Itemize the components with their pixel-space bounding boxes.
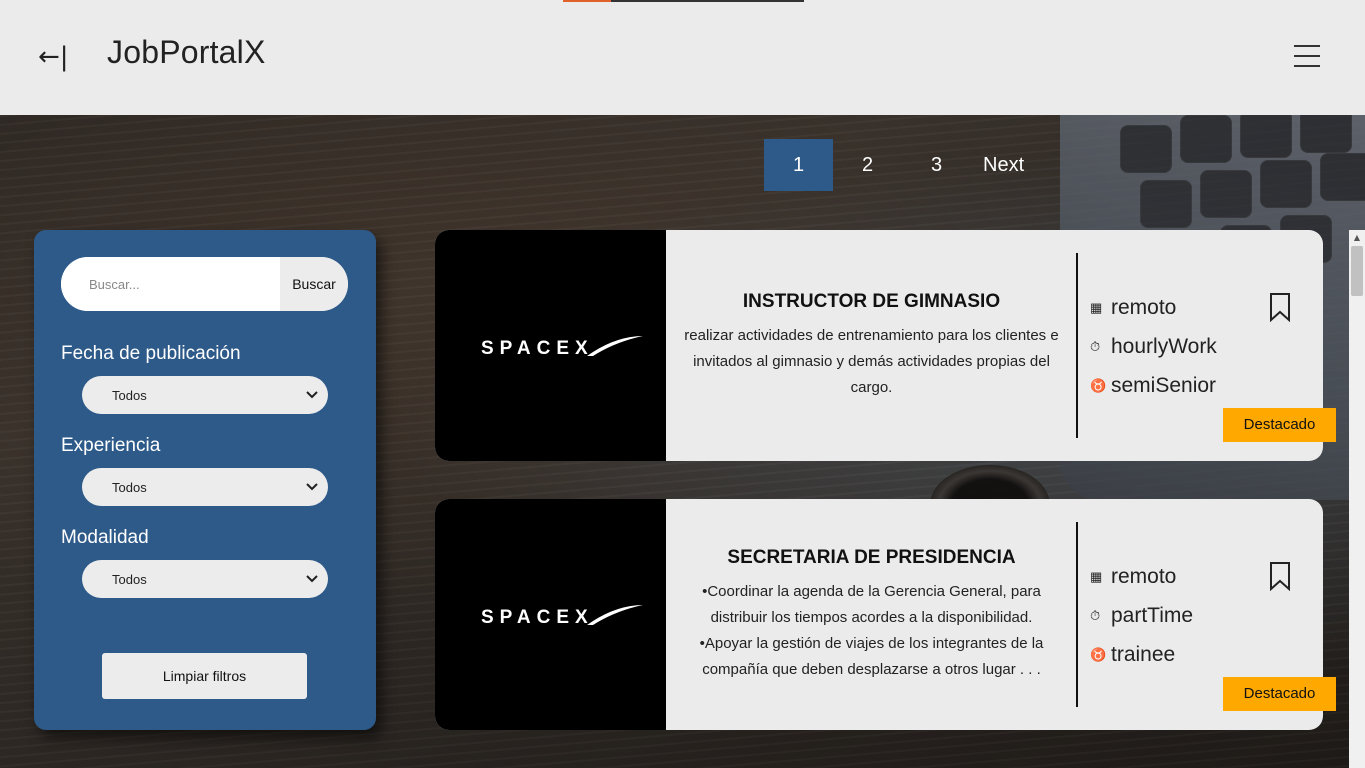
company-logo-text: SPACEX: [481, 607, 594, 628]
progress-track: [611, 0, 804, 2]
modality-tag: ▦ remoto: [1090, 288, 1217, 327]
search-button[interactable]: Buscar: [280, 257, 348, 311]
filter-panel: Buscar Fecha de publicación Todos Experi…: [34, 230, 376, 730]
level-value: trainee: [1111, 642, 1176, 666]
next-page-button[interactable]: Next: [971, 139, 1024, 191]
modalidad-select-value: Todos: [112, 571, 147, 587]
company-logo: SPACEX: [435, 499, 666, 730]
schedule-value: hourlyWork: [1111, 334, 1217, 358]
schedule-tag: ⏱ hourlyWork: [1090, 327, 1217, 366]
job-card[interactable]: SPACEX INSTRUCTOR DE GIMNASIO realizar a…: [435, 230, 1336, 461]
schedule-value: partTime: [1111, 603, 1194, 627]
clear-filters-button[interactable]: Limpiar filtros: [102, 653, 307, 699]
building-icon: ▦: [1090, 568, 1103, 584]
schedule-tag: ⏱ partTime: [1090, 596, 1193, 635]
page-3-button[interactable]: 3: [902, 139, 971, 191]
job-tags: ▦ remoto ⏱ hourlyWork ♉ semiSenior: [1090, 288, 1217, 405]
search-bar: Buscar: [61, 257, 348, 311]
bookmark-icon[interactable]: [1268, 561, 1292, 591]
chevron-down-icon: [306, 575, 318, 583]
filter-label-modalidad: Modalidad: [61, 527, 149, 548]
brand-title: JobPortalX: [107, 34, 266, 70]
pagination: 1 2 3 Next: [764, 139, 1024, 191]
level-tag: ♉ semiSenior: [1090, 366, 1217, 405]
scroll-thumb[interactable]: [1351, 246, 1363, 296]
job-card[interactable]: SPACEX SECRETARIA DE PRESIDENCIA •Coordi…: [435, 499, 1336, 730]
page-1-button[interactable]: 1: [764, 139, 833, 191]
filter-label-experiencia: Experiencia: [61, 435, 161, 456]
featured-badge: Destacado: [1223, 408, 1336, 442]
scrollbar[interactable]: ▲: [1349, 230, 1365, 768]
company-logo-text: SPACEX: [481, 338, 594, 359]
job-tags: ▦ remoto ⏱ partTime ♉ trainee: [1090, 557, 1193, 674]
building-icon: ▦: [1090, 299, 1103, 315]
job-description-line: •Apoyar la gestión de viajes de los inte…: [699, 634, 1044, 678]
app-header: ←| JobPortalX: [0, 0, 1365, 115]
job-title[interactable]: INSTRUCTOR DE GIMNASIO: [743, 291, 1000, 313]
modality-value: remoto: [1111, 295, 1177, 319]
job-body: INSTRUCTOR DE GIMNASIO realizar activida…: [666, 230, 1077, 461]
page-2-button[interactable]: 2: [833, 139, 902, 191]
filter-label-fecha: Fecha de publicación: [61, 343, 241, 364]
featured-badge: Destacado: [1223, 677, 1336, 711]
modality-value: remoto: [1111, 564, 1177, 588]
scroll-up-icon[interactable]: ▲: [1349, 230, 1365, 246]
fecha-select-value: Todos: [112, 387, 147, 403]
level-value: semiSenior: [1111, 373, 1217, 397]
progress-accent: [563, 0, 611, 2]
level-tag: ♉ trainee: [1090, 635, 1193, 674]
medal-icon: ♉: [1090, 646, 1107, 662]
divider: [1076, 522, 1078, 707]
stopwatch-icon: ⏱: [1090, 338, 1101, 354]
stopwatch-icon: ⏱: [1090, 607, 1101, 623]
chevron-down-icon: [306, 483, 318, 491]
modalidad-select[interactable]: Todos: [82, 560, 328, 598]
experiencia-select-value: Todos: [112, 479, 147, 495]
medal-icon: ♉: [1090, 377, 1107, 393]
job-body: SECRETARIA DE PRESIDENCIA •Coordinar la …: [666, 499, 1077, 730]
company-logo: SPACEX: [435, 230, 666, 461]
divider: [1076, 253, 1078, 438]
job-title[interactable]: SECRETARIA DE PRESIDENCIA: [727, 547, 1015, 569]
fecha-select[interactable]: Todos: [82, 376, 328, 414]
bookmark-icon[interactable]: [1268, 292, 1292, 322]
search-input[interactable]: [61, 257, 280, 311]
modality-tag: ▦ remoto: [1090, 557, 1193, 596]
hamburger-icon[interactable]: [1294, 45, 1322, 69]
back-icon[interactable]: ←|: [38, 40, 72, 74]
job-description-line: •Coordinar la agenda de la Gerencia Gene…: [702, 582, 1041, 626]
logo-swoosh-icon: [587, 336, 643, 356]
logo-swoosh-icon: [587, 605, 643, 625]
job-description: realizar actividades de entrenamiento pa…: [684, 326, 1059, 396]
experiencia-select[interactable]: Todos: [82, 468, 328, 506]
chevron-down-icon: [306, 391, 318, 399]
